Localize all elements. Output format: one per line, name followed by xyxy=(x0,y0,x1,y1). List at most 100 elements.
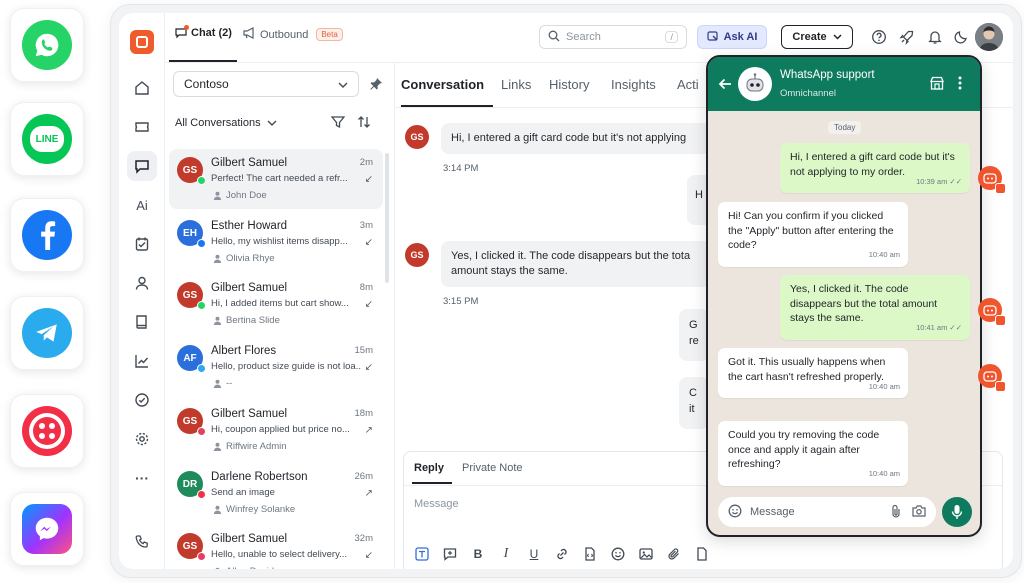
app-logo[interactable] xyxy=(130,30,154,54)
direction-arrow-icon: ↗ xyxy=(364,425,373,436)
tab-links[interactable]: Links xyxy=(501,77,531,92)
tab-outbound[interactable]: Outbound Beta xyxy=(243,27,343,42)
back-arrow-icon[interactable] xyxy=(718,77,732,95)
create-button[interactable]: Create xyxy=(781,25,853,49)
message-text-line2: amount stays the same. xyxy=(451,265,568,277)
contact-name: Esther Howard xyxy=(211,220,288,232)
bell-icon[interactable] xyxy=(926,28,944,46)
conversation-list-item[interactable]: GS Gilbert Samuel 8m Hi, I added items but … xyxy=(169,274,383,334)
filter-icon[interactable] xyxy=(330,115,346,134)
phone-icon[interactable] xyxy=(127,527,157,557)
conversation-list-item[interactable]: DR Darlene Robertson 26m Send an image ↗ Winf… xyxy=(169,463,383,523)
channel-whatsapp[interactable] xyxy=(10,8,84,82)
agent-name: Olivia Rhye xyxy=(226,253,275,264)
kebab-menu-icon[interactable] xyxy=(958,76,962,95)
tasks-icon[interactable] xyxy=(127,229,157,259)
inbox-select[interactable]: Contoso xyxy=(173,71,359,97)
emoji-icon[interactable] xyxy=(610,546,626,562)
attachment-icon[interactable] xyxy=(666,546,682,562)
channel-messenger[interactable] xyxy=(10,492,84,566)
agent-icon xyxy=(213,505,222,514)
channel-twilio[interactable] xyxy=(10,394,84,468)
article-icon[interactable] xyxy=(694,546,710,562)
conversation-list-item[interactable]: AF Albert Flores 15m Hello, product size gu… xyxy=(169,337,383,397)
knowledge-icon[interactable] xyxy=(127,307,157,337)
conversation-preview: Hi, I added items but cart show... xyxy=(211,298,361,309)
user-avatar[interactable] xyxy=(975,23,1003,51)
conversation-list-item[interactable]: EH Esther Howard 3m Hello, my wishlist item… xyxy=(169,212,383,272)
direction-arrow-icon: ↙ xyxy=(364,237,373,248)
whatsapp-message-time: 10:40 am xyxy=(868,381,900,391)
reports-icon[interactable] xyxy=(127,346,157,376)
message-avatar: GS xyxy=(405,243,429,267)
contacts-icon[interactable] xyxy=(127,268,157,298)
channel-badge-icon xyxy=(197,301,206,310)
tab-insights[interactable]: Insights xyxy=(611,77,656,92)
italic-icon[interactable]: I xyxy=(498,546,514,562)
tab-conversation[interactable]: Conversation xyxy=(401,77,484,92)
template-icon[interactable] xyxy=(414,546,430,562)
contact-name: Gilbert Samuel xyxy=(211,157,288,169)
mic-button[interactable] xyxy=(942,497,972,527)
underline-icon[interactable]: U xyxy=(526,546,542,562)
outbound-tab-label: Outbound xyxy=(260,28,309,41)
settings-icon[interactable] xyxy=(127,424,157,454)
channel-telegram[interactable] xyxy=(10,296,84,370)
conversation-list-item[interactable]: GS Gilbert Samuel 18m Hi, coupon applied bu… xyxy=(169,400,383,460)
tab-activity[interactable]: Acti xyxy=(677,77,699,92)
channel-facebook[interactable] xyxy=(10,198,84,272)
rocket-icon[interactable] xyxy=(898,28,916,46)
ai-icon[interactable]: Ai xyxy=(127,190,157,220)
whatsapp-message-input[interactable]: Message xyxy=(718,497,936,527)
store-icon[interactable] xyxy=(930,76,944,95)
composer-input[interactable]: Message xyxy=(414,498,459,510)
preview-text: Hi, coupon applied but price no... xyxy=(211,424,350,435)
chevron-down-icon xyxy=(338,77,348,91)
image-icon[interactable] xyxy=(638,546,654,562)
emoji-icon[interactable] xyxy=(728,504,742,521)
bold-icon[interactable]: B xyxy=(470,546,486,562)
list-scrollbar[interactable] xyxy=(385,153,389,283)
direction-arrow-icon: ↙ xyxy=(364,299,373,310)
attachment-icon[interactable] xyxy=(890,504,902,521)
chat-icon[interactable] xyxy=(127,151,157,181)
message-text: Yes, I clicked it. The code disappears b… xyxy=(451,250,691,262)
preview-text: Send an image xyxy=(211,487,275,498)
whatsapp-chat-preview: WhatsApp support Omnichannel Today Hi, I… xyxy=(706,55,982,537)
ticket-icon[interactable] xyxy=(127,112,157,142)
tab-chat[interactable]: Chat (2) xyxy=(175,25,232,39)
message-text: Hi, I entered a gift card code but it's … xyxy=(451,132,687,144)
direction-arrow-icon: ↗ xyxy=(364,488,373,499)
channel-badge-icon xyxy=(197,552,206,561)
ai-label: Ai xyxy=(136,197,148,213)
home-icon[interactable] xyxy=(127,73,157,103)
camera-icon[interactable] xyxy=(912,504,926,521)
tab-private-note[interactable]: Private Note xyxy=(462,462,523,474)
whatsapp-message-time: 10:39 am ✓✓ xyxy=(916,176,962,186)
conversation-list-item[interactable]: GS Gilbert Samuel 2m Perfect! The cart need… xyxy=(169,149,383,209)
message-avatar: GS xyxy=(405,125,429,149)
dark-mode-icon[interactable] xyxy=(952,28,970,46)
ask-ai-button[interactable]: Ask AI xyxy=(697,25,767,49)
link-icon[interactable] xyxy=(554,546,570,562)
ai-reply-icon[interactable] xyxy=(442,546,458,562)
channel-line[interactable]: LINE xyxy=(10,102,84,176)
assigned-agent: Riffwire Admin xyxy=(213,441,287,452)
conversation-list-item[interactable]: GS Gilbert Samuel 32m Hello, unable to sele… xyxy=(169,525,383,569)
tab-chat-underline xyxy=(169,60,237,62)
conversation-filter-dropdown[interactable]: All Conversations xyxy=(175,117,277,129)
message-time: 3:14 PM xyxy=(443,163,479,174)
code-file-icon[interactable] xyxy=(582,546,598,562)
whatsapp-message-incoming: Could you try removing the code once and… xyxy=(718,421,908,486)
check-icon[interactable] xyxy=(127,385,157,415)
pin-icon[interactable] xyxy=(369,77,383,96)
search-input[interactable]: Search / xyxy=(539,25,687,49)
channel-badge-icon xyxy=(197,427,206,436)
tab-history[interactable]: History xyxy=(549,77,589,92)
more-icon[interactable]: ··· xyxy=(127,463,157,493)
sort-icon[interactable] xyxy=(357,115,371,134)
tab-reply[interactable]: Reply xyxy=(414,462,444,474)
help-icon[interactable] xyxy=(870,28,888,46)
whatsapp-message-time: 10:40 am xyxy=(868,469,900,478)
preview-text: Hello, unable to select delivery... xyxy=(211,549,348,560)
